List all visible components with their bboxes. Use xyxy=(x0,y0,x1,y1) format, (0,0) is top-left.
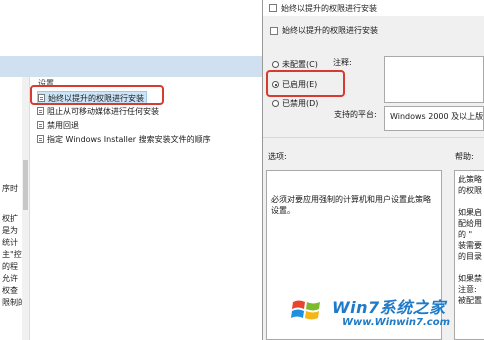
watermark-url: Www.Winwin7.com xyxy=(342,317,451,328)
options-text: 必须对要应用强制的计算机和用户设置此策略设置。 xyxy=(271,195,431,215)
help-text-line: 的 " xyxy=(458,230,473,239)
radio-disabled[interactable]: 已禁用(D) xyxy=(272,98,318,109)
description-snippet: 统计 xyxy=(2,238,18,247)
policy-item-label: 禁用回退 xyxy=(47,120,79,130)
supported-platform-label: 支持的平台: xyxy=(334,110,377,119)
policy-setting-icon xyxy=(37,121,44,129)
highlight-annotation-enabled xyxy=(266,70,345,97)
comment-textarea[interactable] xyxy=(384,56,484,103)
description-snippet: 是为 xyxy=(2,226,18,235)
watermark-brand: Win7系统之家 xyxy=(332,298,446,317)
help-text-line: 如果启 xyxy=(458,208,482,217)
description-pane: 序时 权扩 是为 统计 主"控 的程 允许 权查 限制的 xyxy=(0,77,26,340)
supported-platform-field: Windows 2000 及以上版本 xyxy=(384,106,484,131)
policy-item-label: 阻止从可移动媒体进行任何安装 xyxy=(47,106,159,116)
help-text-line: 被配置 xyxy=(458,296,482,305)
radio-button[interactable] xyxy=(272,100,279,107)
policy-setting-icon xyxy=(37,135,44,143)
editor-header-band xyxy=(0,56,262,78)
options-label: 选项: xyxy=(268,152,287,161)
description-snippet: 主"控 xyxy=(2,250,22,259)
description-snippet: 序时 xyxy=(2,184,18,193)
radio-label: 已禁用(D) xyxy=(282,99,319,108)
radio-not-configured[interactable]: 未配置(C) xyxy=(272,59,318,70)
radio-button[interactable] xyxy=(272,61,279,68)
help-panel: 此策略 的权限 如果启 配给用 的 " 装需要 的目录 如果禁 注意: 被配置 xyxy=(454,170,484,340)
policy-setting-icon xyxy=(270,26,278,35)
help-text-line: 如果禁 xyxy=(458,274,482,283)
dialog-heading-text: 始终以提升的权限进行安装 xyxy=(282,26,378,35)
description-scrollbar-thumb[interactable] xyxy=(23,160,28,210)
policy-window-icon xyxy=(269,4,277,12)
help-text-line: 装需要 xyxy=(458,241,482,250)
description-snippet: 权扩 xyxy=(2,214,18,223)
highlight-annotation-policy xyxy=(30,85,164,105)
help-text-line: 的目录 xyxy=(458,252,482,261)
dialog-heading: 始终以提升的权限进行安装 xyxy=(270,25,378,36)
help-text-line: 此策略 xyxy=(458,175,482,184)
description-snippet: 允许 xyxy=(2,274,18,283)
dialog-title: 始终以提升的权限进行安装 xyxy=(281,3,377,13)
comment-label: 注释: xyxy=(333,58,352,67)
help-text-line: 注意: xyxy=(458,285,477,294)
policy-item-label: 指定 Windows Installer 搜索安装文件的顺序 xyxy=(47,134,211,144)
help-label: 帮助: xyxy=(455,152,474,161)
help-text-line: 的权限 xyxy=(458,186,482,195)
help-text-line: 配给用 xyxy=(458,219,482,228)
policy-item-search-order[interactable]: 指定 Windows Installer 搜索安装文件的顺序 xyxy=(37,133,211,145)
policy-item-block-removable[interactable]: 阻止从可移动媒体进行任何安装 xyxy=(37,105,159,117)
policy-item-disable-rollback[interactable]: 禁用回退 xyxy=(37,119,79,131)
description-snippet: 的程 xyxy=(2,262,18,271)
dialog-title-bar[interactable]: 始终以提升的权限进行安装 xyxy=(263,0,484,16)
dialog-divider xyxy=(263,137,484,138)
radio-label: 未配置(C) xyxy=(282,60,318,69)
description-snippet: 权查 xyxy=(2,286,18,295)
policy-setting-icon xyxy=(37,107,44,115)
windows-logo-icon xyxy=(287,291,325,329)
